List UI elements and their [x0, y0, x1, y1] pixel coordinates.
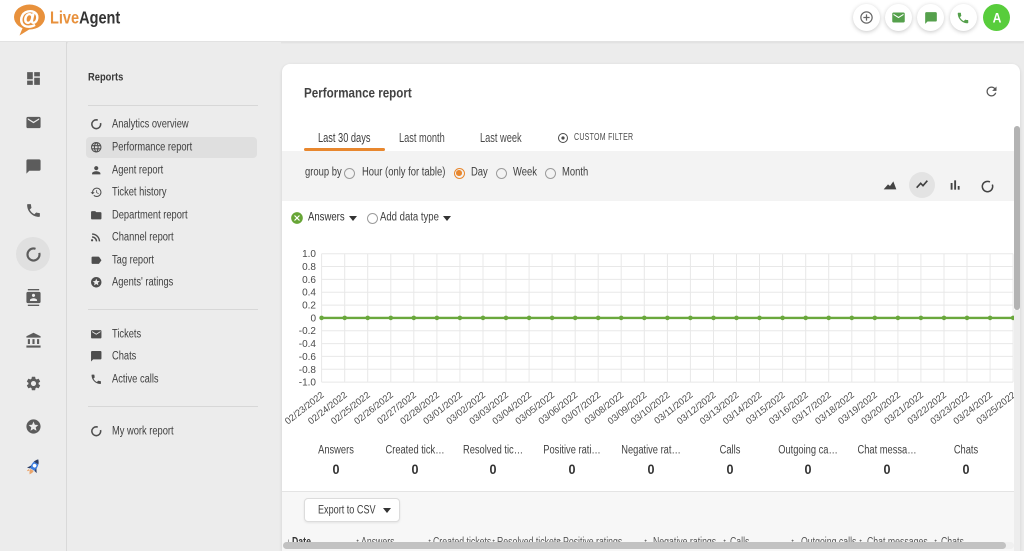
svg-text:-0.4: -0.4 [299, 339, 317, 350]
svg-text:-0.8: -0.8 [299, 365, 317, 376]
svg-text:@: @ [19, 6, 39, 29]
svg-text:0.8: 0.8 [302, 262, 316, 273]
svg-text:1.0: 1.0 [302, 249, 316, 260]
svg-text:-1.0: -1.0 [299, 378, 317, 389]
svg-text:0.4: 0.4 [302, 288, 316, 299]
svg-text:0.2: 0.2 [302, 301, 316, 312]
svg-text:-0.2: -0.2 [299, 326, 317, 337]
svg-text:0.6: 0.6 [302, 275, 316, 286]
svg-text:0: 0 [310, 313, 316, 324]
svg-text:-0.6: -0.6 [299, 352, 317, 363]
